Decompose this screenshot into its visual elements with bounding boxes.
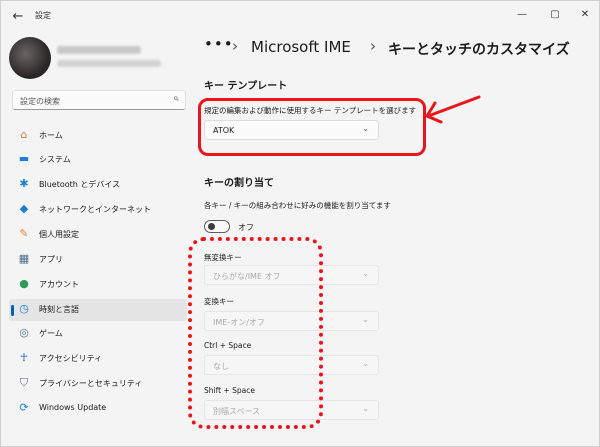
sidebar-item-home[interactable]: ⌂ ホーム — [9, 125, 187, 147]
breadcrumb-separator: › — [370, 37, 376, 55]
game-controller-icon: ◎ — [19, 326, 29, 339]
accessibility-icon: ☥ — [19, 351, 29, 364]
brush-icon: ✎ — [19, 227, 29, 240]
key-assign-heading: キーの割り当て — [204, 178, 274, 189]
toggle-knob — [208, 223, 215, 230]
sidebar-item-label: 時刻と言語 — [39, 305, 79, 314]
active-indicator — [11, 305, 14, 316]
chevron-down-icon: ⌄ — [362, 404, 369, 413]
breadcrumb-overflow-button[interactable]: ••• — [204, 35, 234, 53]
sidebar-item-label: ネットワークとインターネット — [39, 205, 151, 214]
account-icon: ● — [19, 277, 29, 290]
update-icon: ⟳ — [19, 401, 29, 414]
sidebar-item-personalization[interactable]: ✎ 個人用設定 — [9, 224, 187, 246]
search-placeholder: 設定の検索 — [20, 97, 60, 106]
page-title: キーとタッチのカスタマイズ — [388, 42, 570, 58]
search-input[interactable]: 設定の検索 ⌕ — [12, 90, 186, 110]
key-template-heading: キー テンプレート — [204, 81, 288, 92]
sidebar-item-label: アプリ — [39, 255, 63, 264]
user-email-blurred — [57, 60, 161, 67]
sidebar-item-label: アクセシビリティ — [39, 354, 103, 363]
user-name-blurred — [57, 46, 141, 54]
search-icon: ⌕ — [173, 93, 179, 104]
sidebar-item-system[interactable]: ▬ システム — [9, 149, 187, 171]
key-assign-toggle[interactable] — [204, 220, 230, 233]
wifi-icon: ◆ — [19, 202, 29, 215]
chevron-down-icon: ⌄ — [362, 359, 369, 368]
annotation-dotted-box — [188, 237, 323, 429]
sidebar-item-bluetooth[interactable]: ✱ Bluetooth とデバイス — [9, 174, 187, 196]
sidebar-item-apps[interactable]: ▦ アプリ — [9, 249, 187, 271]
sidebar-item-label: システム — [39, 155, 71, 164]
maximize-button[interactable]: ▢ — [540, 4, 570, 26]
shield-icon: ⛉ — [19, 376, 29, 389]
sidebar-item-network[interactable]: ◆ ネットワークとインターネット — [9, 199, 187, 221]
toggle-state-label: オフ — [238, 223, 254, 232]
window-title: 設定 — [35, 11, 51, 20]
key-assign-description: 各キー / キーの組み合わせに好みの機能を割り当てます — [204, 201, 391, 210]
sidebar-item-label: ホーム — [39, 131, 63, 140]
sidebar-item-label: プライバシーとセキュリティ — [39, 379, 143, 388]
sidebar-item-label: Bluetooth とデバイス — [39, 180, 121, 189]
annotation-highlight-box — [198, 98, 426, 156]
title-bar: ← 設定 — ▢ ✕ — [1, 1, 599, 31]
sidebar-item-label: Windows Update — [39, 403, 107, 412]
avatar[interactable] — [9, 37, 51, 79]
apps-icon: ▦ — [18, 252, 30, 265]
home-icon: ⌂ — [20, 128, 28, 141]
sidebar-item-label: 個人用設定 — [39, 230, 79, 239]
annotation-arrow-icon — [425, 95, 481, 124]
close-button[interactable]: ✕ — [570, 4, 599, 26]
sidebar-item-label: アカウント — [39, 280, 79, 289]
bluetooth-icon: ✱ — [19, 177, 29, 190]
sidebar-item-gaming[interactable]: ◎ ゲーム — [9, 323, 187, 345]
sidebar-item-accounts[interactable]: ● アカウント — [9, 274, 187, 296]
monitor-icon: ▬ — [18, 152, 30, 165]
sidebar-item-label: ゲーム — [39, 329, 63, 338]
settings-window: ← 設定 — ▢ ✕ 設定の検索 ⌕ ⌂ ホーム ▬ システム ✱ Bluetooth と… — [0, 0, 600, 447]
sidebar-item-accessibility[interactable]: ☥ アクセシビリティ — [9, 348, 187, 370]
clock-globe-icon: ◷ — [19, 302, 29, 315]
minimize-button[interactable]: — — [507, 4, 537, 26]
breadcrumb-separator: › — [232, 37, 238, 55]
chevron-down-icon: ⌄ — [362, 315, 369, 324]
sidebar-item-windows-update[interactable]: ⟳ Windows Update — [9, 398, 187, 420]
chevron-down-icon: ⌄ — [362, 269, 369, 278]
breadcrumb-microsoft-ime[interactable]: Microsoft IME — [251, 38, 351, 56]
back-arrow-icon[interactable]: ← — [7, 7, 29, 27]
sidebar-item-privacy[interactable]: ⛉ プライバシーとセキュリティ — [9, 373, 187, 395]
sidebar-item-time-language[interactable]: ◷ 時刻と言語 — [9, 299, 187, 321]
